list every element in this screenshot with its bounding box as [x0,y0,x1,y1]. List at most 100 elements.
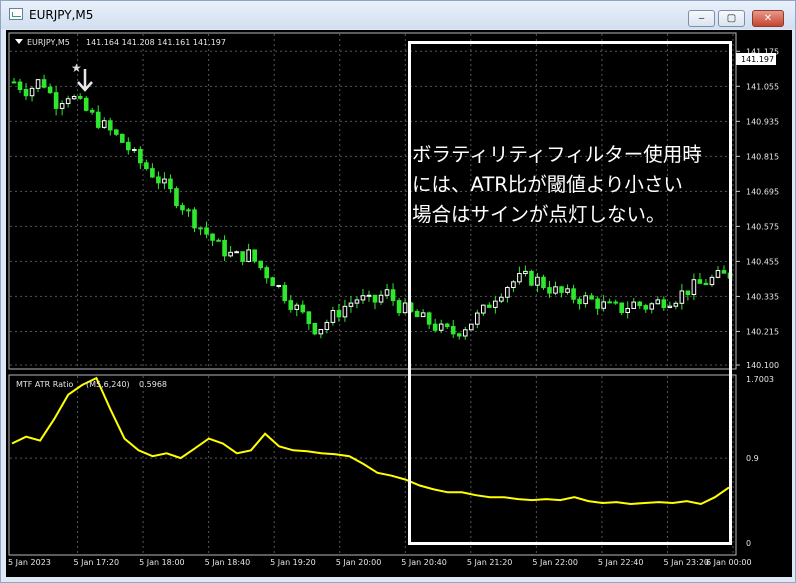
candle-body [402,302,408,314]
candle-body [330,310,336,323]
candle-body [53,92,59,109]
indicator-axis: 1.7003 0.9 0 [746,375,774,548]
candle-body [29,87,35,97]
symbol-label: EURJPY,M5 [27,38,70,47]
candle-body [120,133,125,143]
price-label: 141.055 [746,82,779,91]
annotation-text: ボラティリティフィルター使用時 には、ATR比が閾値より小さい 場合はサインが点… [412,140,742,230]
highlight-box [408,41,732,545]
candle-body [228,251,233,257]
indicator-value: 0.5968 [139,380,167,389]
minimize-button[interactable]: ‒ [688,10,715,27]
candle-body [270,277,276,287]
candle-body [107,120,113,131]
time-label: 5 Jan 18:00 [139,558,185,567]
candle-body [11,81,17,84]
candle-body [288,300,294,310]
candle-body [35,79,41,89]
price-label: 140.815 [746,152,779,161]
close-button[interactable]: ✕ [752,10,784,27]
candle-body [210,233,215,241]
window-title: EURJPY,M5 [29,8,94,22]
candle-body [162,178,167,184]
chart-window-icon [9,8,23,20]
header-triangle-icon[interactable] [15,39,23,44]
candle-body [180,205,185,211]
candle-body [264,267,270,279]
candle-body [138,149,143,164]
price-axis: 141.175141.055140.935140.815140.695140.5… [736,47,779,370]
candle-body [144,162,149,170]
candle-body [234,251,239,254]
time-label: 5 Jan 22:40 [598,558,644,567]
candle-body [192,209,197,229]
candle-body [258,260,263,269]
candle-body [324,321,330,331]
candle-body [71,95,77,100]
time-label: 5 Jan 18:40 [205,558,251,567]
candle-body [300,304,306,313]
time-label: 6 Jan 00:00 [706,558,752,567]
indicator-tick-label: 1.7003 [746,375,774,384]
time-label: 5 Jan 19:20 [270,558,316,567]
candle-body [372,294,378,303]
time-label: 5 Jan 17:20 [74,558,120,567]
candle-body [95,111,101,128]
candle-body [204,227,209,235]
price-label: 140.695 [746,187,779,196]
candle-body [174,188,179,207]
candle-body [59,103,65,109]
candle-body [246,249,251,262]
time-label: 5 Jan 20:40 [401,558,447,567]
candle-body [348,302,354,307]
candle-body [222,239,227,257]
candle-body [216,239,221,242]
candle-body [354,299,360,304]
candle-body [240,251,245,262]
price-label: 140.100 [746,361,779,370]
candle-body [384,289,390,296]
ohlc-label: 141.164 141.208 141.161 141.197 [86,38,226,47]
candle-body [47,86,53,94]
indicator-tick-label: 0.9 [746,454,759,463]
candle-body [390,289,396,302]
candle-body [126,141,131,151]
candle-body [366,294,372,297]
price-label: 140.935 [746,117,779,126]
indicator-params: (M5,6,240) [86,380,130,389]
price-label: 140.575 [746,222,779,231]
maximize-button[interactable]: ▢ [718,10,745,27]
price-label: 140.215 [746,327,779,336]
indicator-name: MTF ATR Ratio [16,380,73,389]
time-label: 5 Jan 2023 [8,558,51,567]
candle-body [156,176,161,184]
candle-body [360,295,366,301]
candle-body [41,79,47,88]
candle-body [77,95,83,99]
candle-body [132,149,137,152]
candle-body [336,310,342,318]
candle-body [17,81,23,90]
annotation-line-3: 場合はサインが点灯しない。 [412,203,666,226]
candle-body [23,88,29,97]
candle-body [294,304,300,310]
price-label: 140.335 [746,292,779,301]
candle-body [65,98,71,105]
candle-body [186,209,191,212]
candle-body [150,168,155,178]
current-price-label: 141.197 [741,55,774,64]
price-label: 140.455 [746,257,779,266]
candle-body [276,284,282,287]
candle-body [396,300,402,314]
candle-body [113,129,119,135]
title-bar[interactable]: EURJPY,M5 ‒ ▢ ✕ [1,1,795,29]
star-icon: ★ [71,61,82,75]
candle-body [282,284,288,302]
candle-body [101,120,107,128]
candle-body [306,311,312,324]
time-axis: 5 Jan 2023 5 Jan 17:20 5 Jan 18:00 5 Jan 18… [8,558,752,567]
candle-body [252,249,257,262]
candle-body [83,97,89,111]
time-label: 5 Jan 20:00 [336,558,382,567]
candle-body [198,227,203,230]
